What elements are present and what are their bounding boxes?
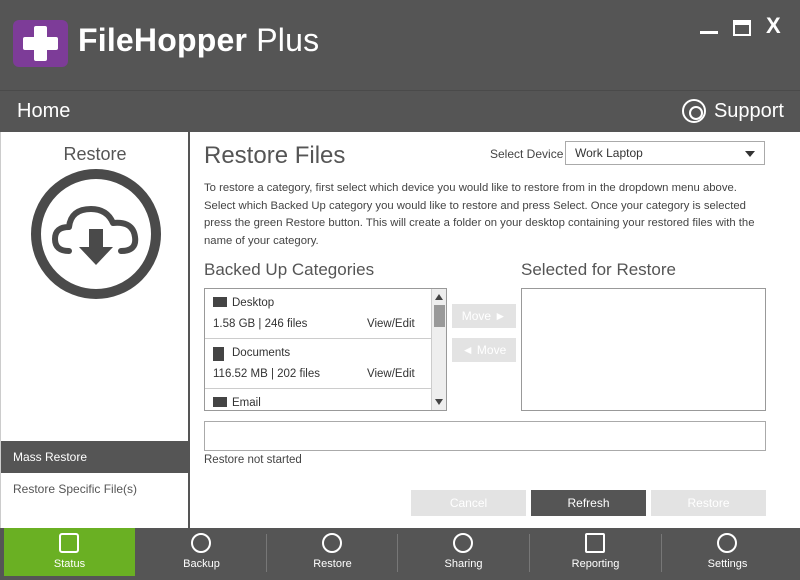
documents-icon <box>213 347 224 361</box>
sidebar-item-mass-restore[interactable]: Mass Restore <box>1 441 189 473</box>
category-size: 116.52 MB | 202 files <box>213 368 320 380</box>
scroll-thumb[interactable] <box>434 305 445 327</box>
move-right-button[interactable]: Move ► <box>452 304 516 328</box>
list-item[interactable]: Desktop 1.58 GB | 246 files View/Edit <box>205 289 446 339</box>
settings-icon <box>717 533 737 553</box>
cancel-button[interactable]: Cancel <box>411 490 526 516</box>
app-logo-icon <box>13 20 68 67</box>
backup-icon <box>191 533 211 553</box>
email-icon <box>213 397 227 407</box>
list-scrollbar[interactable] <box>431 289 446 410</box>
home-link[interactable]: Home <box>17 100 70 123</box>
device-label: Select Device <box>490 147 564 161</box>
category-name: Email <box>232 397 261 409</box>
sidebar-title: Restore <box>63 144 127 164</box>
page-title: Restore Files <box>204 142 346 169</box>
tab-label: Sharing <box>444 558 483 570</box>
support-label: Support <box>713 99 784 122</box>
tab-backup[interactable]: Backup <box>136 528 267 576</box>
reporting-icon <box>585 533 605 553</box>
move-left-button[interactable]: ◄ Move <box>452 338 516 362</box>
selected-list[interactable] <box>521 288 766 411</box>
refresh-button[interactable]: Refresh <box>531 490 646 516</box>
device-select-value: Work Laptop <box>575 146 643 160</box>
tab-label: Status <box>53 558 86 570</box>
app-title-main: FileHopper <box>78 22 248 58</box>
sidebar-menu: Mass Restore Restore Specific File(s) <box>1 441 189 505</box>
tab-sharing[interactable]: Sharing <box>398 528 529 576</box>
view-edit-link[interactable]: View/Edit <box>367 318 415 330</box>
restore-status-text: Restore not started <box>204 454 302 466</box>
desktop-icon <box>213 297 227 307</box>
scroll-up-icon[interactable] <box>435 294 443 300</box>
close-button[interactable]: X <box>766 15 781 37</box>
title-bar: FileHopper Plus X <box>0 0 800 90</box>
backed-up-list[interactable]: Desktop 1.58 GB | 246 files View/Edit Do… <box>204 288 447 411</box>
status-icon <box>59 533 79 553</box>
main-panel: Restore Files Select Device Work Laptop … <box>192 132 800 528</box>
backed-up-heading: Backed Up Categories <box>204 260 375 279</box>
list-item[interactable]: Email <box>205 389 446 410</box>
minimize-icon[interactable] <box>700 18 718 34</box>
tab-reporting[interactable]: Reporting <box>530 528 661 576</box>
sidebar-item-restore-specific-files[interactable]: Restore Specific File(s) <box>1 473 189 505</box>
category-size: 1.58 GB | 246 files <box>213 318 308 330</box>
support-link[interactable]: Support <box>681 99 784 123</box>
list-item[interactable]: Documents 116.52 MB | 202 files View/Edi… <box>205 339 446 389</box>
sidebar: Restore Mass Restore Restore Specific Fi… <box>0 132 190 528</box>
tab-label: Restore <box>313 558 352 570</box>
scroll-down-icon[interactable] <box>435 399 443 405</box>
cloud-download-icon <box>31 169 161 299</box>
app-title: FileHopper Plus <box>78 22 319 59</box>
tab-settings[interactable]: Settings <box>662 528 793 576</box>
tab-restore[interactable]: Restore <box>267 528 398 576</box>
maximize-icon[interactable] <box>733 20 751 36</box>
bottom-tab-bar: Status Backup Restore Sharing Reporting … <box>0 528 800 580</box>
nav-bar: Home Support <box>0 90 800 132</box>
tab-label: Reporting <box>571 558 620 570</box>
tab-label: Settings <box>707 558 748 570</box>
tab-status[interactable]: Status <box>4 528 135 576</box>
restore-button[interactable]: Restore <box>651 490 766 516</box>
chevron-down-icon <box>745 151 755 157</box>
selected-heading: Selected for Restore <box>521 260 676 279</box>
support-icon <box>681 99 706 123</box>
app-title-plus: Plus <box>247 22 320 58</box>
device-select[interactable]: Work Laptop <box>565 141 765 165</box>
instructions-text: To restore a category, first select whic… <box>204 182 755 247</box>
sharing-icon <box>453 533 473 553</box>
tab-label: Backup <box>183 558 220 570</box>
restore-progress-bar <box>204 421 766 451</box>
category-name: Desktop <box>232 297 275 309</box>
restore-icon <box>322 533 342 553</box>
category-name: Documents <box>232 347 291 359</box>
view-edit-link[interactable]: View/Edit <box>367 368 415 380</box>
